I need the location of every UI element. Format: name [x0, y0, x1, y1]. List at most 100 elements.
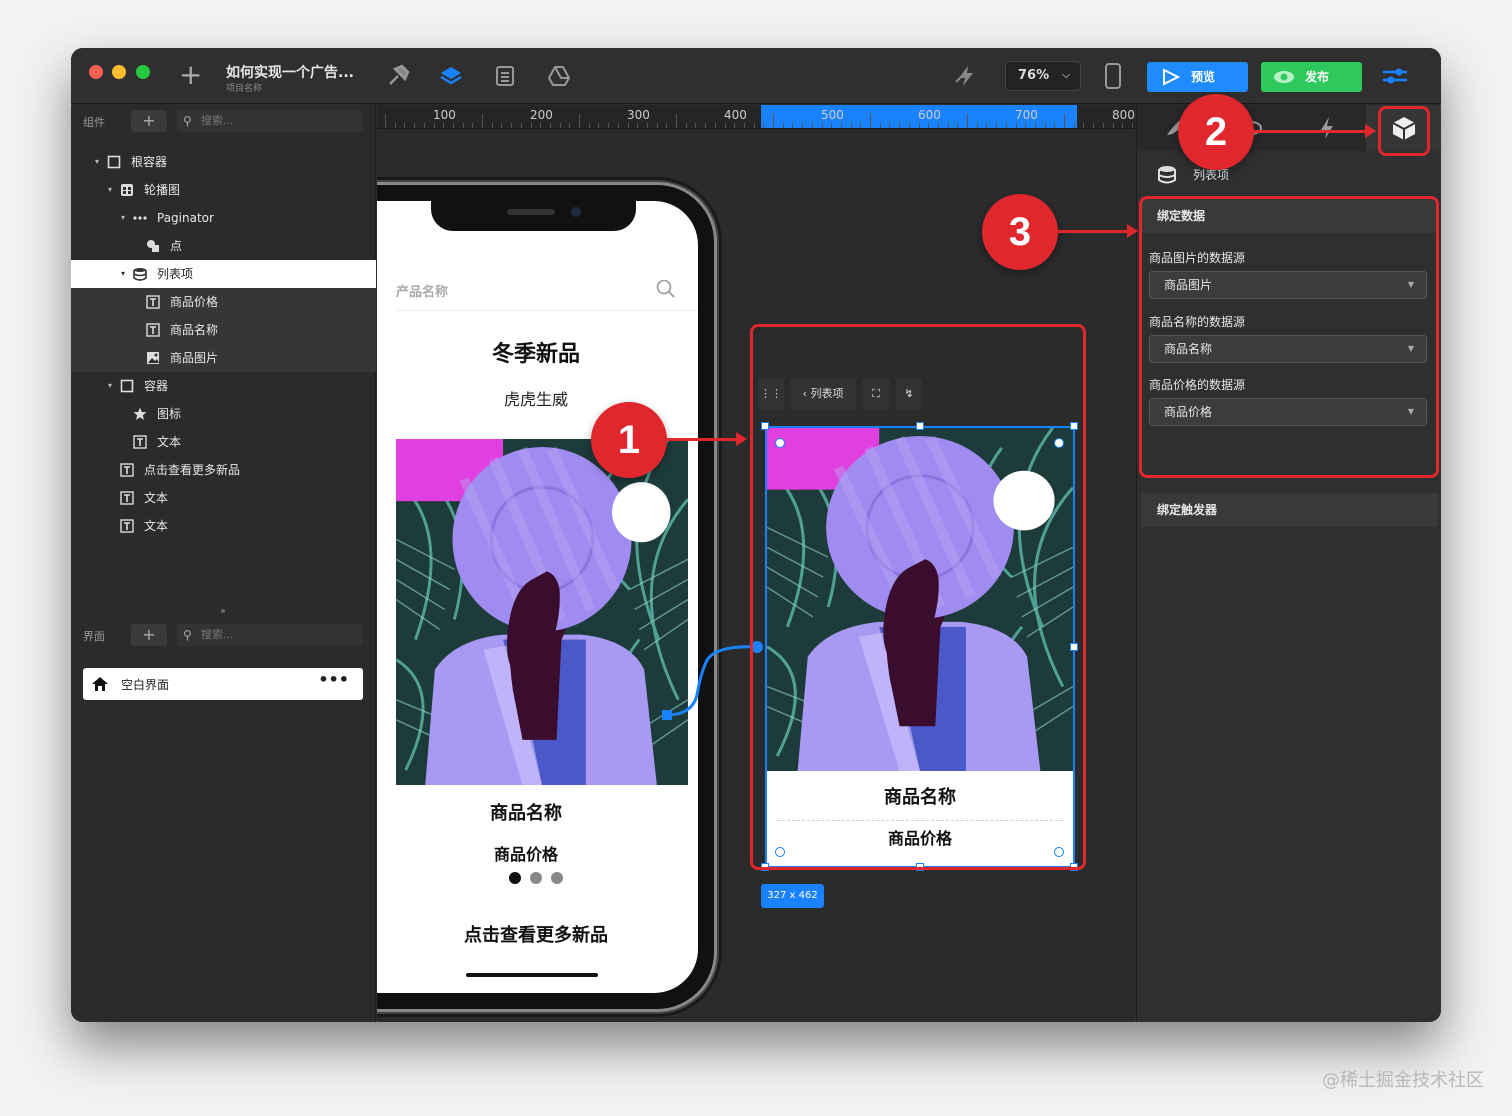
expand-toggle-icon[interactable]: ▾: [121, 204, 125, 232]
screen-search-bar[interactable]: 产品名称: [396, 279, 698, 311]
square-icon: [120, 379, 134, 393]
tree-node[interactable]: ▾ 轮播图: [71, 176, 376, 204]
ruler-tick: [452, 123, 454, 128]
tree-node[interactable]: 点: [71, 232, 376, 260]
ruler-tick: [1112, 123, 1114, 128]
data-table-icon[interactable]: [493, 64, 517, 88]
tree-node[interactable]: ▾ 列表项: [71, 260, 376, 288]
ruler-tick: [1131, 123, 1133, 128]
close-window-button[interactable]: [89, 65, 103, 79]
left-panel: 组件 + ⚲ 搜索... ▾ 根容器 ▾ 轮播图 ▾ Paginator 点 ▾ 列表项 商品价格商…: [71, 105, 376, 1022]
drive-icon[interactable]: [547, 64, 571, 88]
bind-trigger-section-header[interactable]: 绑定触发器: [1141, 493, 1438, 527]
ruler-tick: [501, 123, 503, 128]
device-icon[interactable]: [1101, 62, 1125, 90]
ruler-tick: [637, 123, 639, 128]
ruler-tick: [549, 123, 551, 128]
project-title[interactable]: 如何实现一个广告...: [226, 62, 354, 82]
carousel-dot[interactable]: [509, 872, 521, 884]
expand-toggle-icon[interactable]: ▾: [108, 176, 112, 204]
ruler-tick: [908, 123, 910, 128]
tree-node[interactable]: 点击查看更多新品: [71, 456, 376, 484]
tree-node[interactable]: 文本: [71, 484, 376, 512]
selected-component-name: 列表项: [1155, 163, 1425, 187]
preview-button[interactable]: 预览: [1147, 62, 1248, 92]
tree-node-label: 文本: [157, 435, 182, 449]
ruler-tick: [579, 114, 580, 128]
ruler-tick: [1102, 123, 1104, 128]
ruler-tick: [1005, 123, 1007, 128]
add-page-button[interactable]: +: [131, 624, 167, 646]
hammer-icon[interactable]: [386, 64, 410, 88]
expand-toggle-icon[interactable]: ▾: [121, 260, 125, 288]
layers-icon[interactable]: [439, 64, 463, 88]
ruler-tick: [569, 123, 571, 128]
ruler-tick: [967, 114, 968, 128]
annotation-badge-1: 1: [591, 402, 667, 478]
ruler-tick: [870, 114, 871, 128]
more-products-link[interactable]: 点击查看更多新品: [396, 921, 676, 947]
minimize-window-button[interactable]: [112, 65, 126, 79]
ruler-tick: [1073, 123, 1075, 128]
tree-node[interactable]: 文本: [71, 512, 376, 540]
text-icon: [120, 519, 134, 533]
product-image[interactable]: [396, 439, 688, 785]
tree-node[interactable]: 商品名称: [71, 316, 376, 344]
ruler-tick: [918, 123, 920, 128]
more-icon[interactable]: •••: [318, 670, 349, 689]
project-subtitle: 项目名称: [226, 84, 263, 94]
annotation-box-binding: [1139, 196, 1439, 478]
component-search-input[interactable]: ⚲ 搜索...: [177, 110, 363, 132]
page-search-input[interactable]: ⚲ 搜索...: [177, 624, 363, 646]
chevron-down-icon: ⌵: [1062, 70, 1070, 81]
tree-node[interactable]: 商品图片: [71, 344, 376, 372]
text-icon: [120, 463, 134, 477]
tree-node[interactable]: 文本: [71, 428, 376, 456]
ruler-tick: [608, 123, 610, 128]
expand-toggle-icon[interactable]: ▾: [95, 148, 99, 176]
publish-button[interactable]: 发布: [1261, 62, 1362, 92]
ruler-label: 300: [627, 108, 650, 122]
tree-node[interactable]: ▾ 根容器: [71, 148, 376, 176]
ruler-tick: [734, 123, 736, 128]
text-icon: [120, 491, 134, 505]
lightning-icon[interactable]: [954, 64, 978, 88]
zoom-select[interactable]: 76% ⌵: [1005, 61, 1081, 91]
tree-node-label: 点击查看更多新品: [144, 463, 241, 477]
carousel-dot[interactable]: [530, 872, 542, 884]
add-component-button[interactable]: +: [131, 110, 167, 132]
tree-node[interactable]: ▾ 容器: [71, 372, 376, 400]
search-icon: ⚲: [183, 114, 192, 128]
ruler-tick: [763, 123, 765, 128]
text-icon: [146, 323, 160, 337]
tree-node-label: 商品名称: [170, 323, 219, 337]
ruler-tick: [540, 123, 542, 128]
title-bar: + 如何实现一个广告... 项目名称 76% ⌵ 预览 发布: [71, 48, 1441, 104]
database-icon: [133, 268, 147, 281]
add-icon[interactable]: +: [179, 61, 202, 89]
ruler-tick: [588, 123, 590, 128]
expand-toggle-icon[interactable]: ▾: [108, 372, 112, 400]
ruler-tick: [792, 123, 794, 128]
phone-screen[interactable]: 产品名称 冬季新品 虎虎生威 商品名称 商品价格 点击查看更多新品: [377, 201, 698, 993]
zoom-window-button[interactable]: [136, 65, 150, 79]
panel-divider-handle[interactable]: [221, 609, 225, 613]
ruler-tick: [1044, 123, 1046, 128]
size-badge: 327 x 462: [761, 884, 824, 908]
tree-node-label: 根容器: [131, 155, 168, 169]
carousel-dot[interactable]: [551, 872, 563, 884]
tree-node[interactable]: 图标: [71, 400, 376, 428]
sliders-icon[interactable]: [1381, 64, 1409, 88]
ruler-label: 200: [530, 108, 553, 122]
page-item-blank[interactable]: 空白界面 •••: [83, 668, 363, 700]
tab-actions[interactable]: [1289, 105, 1365, 151]
annotation-arrowhead-3: [1127, 224, 1138, 238]
ruler-tick: [889, 123, 891, 128]
tree-node-label: 图标: [157, 407, 182, 421]
carousel-dots[interactable]: [509, 869, 572, 888]
ruler-tick: [385, 114, 386, 128]
tree-node[interactable]: ▾ Paginator: [71, 204, 376, 232]
tree-node-label: 容器: [144, 379, 169, 393]
tree-node[interactable]: 商品价格: [71, 288, 376, 316]
ruler-tick: [482, 114, 483, 128]
